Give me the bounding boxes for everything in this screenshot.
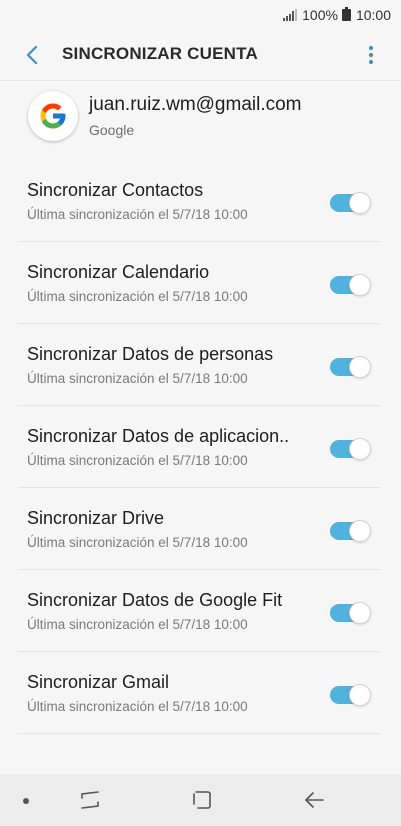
more-vert-icon-dot [369, 60, 373, 64]
battery-icon [341, 6, 351, 24]
more-options-button[interactable] [363, 42, 379, 68]
toggle-knob [349, 438, 371, 460]
account-provider: Google [89, 122, 135, 138]
divider [0, 80, 401, 81]
page-title: SINCRONIZAR CUENTA [62, 44, 258, 63]
back-arrow-icon [26, 45, 38, 65]
sync-toggle[interactable] [330, 356, 372, 378]
sync-list: Sincronizar Contactos Última sincronizac… [0, 160, 401, 734]
sync-item-label: Sincronizar Contactos [27, 180, 204, 200]
home-icon [193, 791, 211, 809]
toggle-knob [349, 684, 371, 706]
sync-item-label: Sincronizar Datos de personas [27, 344, 274, 364]
back-button[interactable] [18, 42, 46, 68]
signal-icon [283, 9, 298, 21]
sync-toggle[interactable] [330, 192, 372, 214]
sync-item-google-fit[interactable]: Sincronizar Datos de Google Fit Última s… [0, 570, 401, 652]
sync-item-last-sync: Última sincronización el 5/7/18 10:00 [27, 453, 248, 468]
sync-item-label: Sincronizar Datos de aplicacion.. [27, 426, 290, 446]
sync-item-last-sync: Última sincronización el 5/7/18 10:00 [27, 371, 248, 386]
google-logo-icon [28, 91, 78, 141]
sync-item-gmail[interactable]: Sincronizar Gmail Última sincronización … [0, 652, 401, 734]
more-vert-icon-dot [369, 53, 373, 57]
sync-item-aplicaciones[interactable]: Sincronizar Datos de aplicacion.. Última… [0, 406, 401, 488]
toggle-knob [349, 192, 371, 214]
sync-toggle[interactable] [330, 438, 372, 460]
account-email: juan.ruiz.wm@gmail.com [89, 94, 302, 115]
sync-item-last-sync: Última sincronización el 5/7/18 10:00 [27, 535, 248, 550]
toggle-knob [349, 274, 371, 296]
toggle-knob [349, 602, 371, 624]
more-vert-icon [369, 46, 373, 50]
recents-button[interactable] [77, 788, 103, 812]
sync-item-label: Sincronizar Gmail [27, 672, 170, 692]
sync-item-last-sync: Última sincronización el 5/7/18 10:00 [27, 617, 248, 632]
recents-icon [81, 791, 99, 809]
sync-item-last-sync: Última sincronización el 5/7/18 10:00 [27, 289, 248, 304]
sync-item-contactos[interactable]: Sincronizar Contactos Última sincronizac… [0, 160, 401, 242]
account-header: juan.ruiz.wm@gmail.com Google [0, 84, 401, 150]
sync-toggle[interactable] [330, 602, 372, 624]
sync-item-drive[interactable]: Sincronizar Drive Última sincronización … [0, 488, 401, 570]
sync-item-calendario[interactable]: Sincronizar Calendario Última sincroniza… [0, 242, 401, 324]
sync-toggle[interactable] [330, 684, 372, 706]
status-bar: 100% 10:00 [0, 0, 401, 30]
nav-back-button[interactable] [301, 788, 327, 812]
sync-item-personas[interactable]: Sincronizar Datos de personas Última sin… [0, 324, 401, 406]
sync-item-label: Sincronizar Calendario [27, 262, 210, 282]
nav-back-icon [305, 792, 324, 808]
app-bar: SINCRONIZAR CUENTA [0, 30, 401, 80]
navigation-bar [0, 774, 401, 826]
sync-item-label: Sincronizar Datos de Google Fit [27, 590, 283, 610]
sync-item-last-sync: Última sincronización el 5/7/18 10:00 [27, 699, 248, 714]
nav-dot-indicator [23, 798, 29, 804]
home-button[interactable] [189, 788, 215, 812]
divider [18, 733, 380, 734]
toggle-knob [349, 356, 371, 378]
toggle-knob [349, 520, 371, 542]
battery-percent: 100% [302, 7, 338, 23]
sync-item-label: Sincronizar Drive [27, 508, 165, 528]
sync-toggle[interactable] [330, 274, 372, 296]
sync-toggle[interactable] [330, 520, 372, 542]
clock: 10:00 [355, 7, 391, 23]
sync-item-last-sync: Última sincronización el 5/7/18 10:00 [27, 207, 248, 222]
